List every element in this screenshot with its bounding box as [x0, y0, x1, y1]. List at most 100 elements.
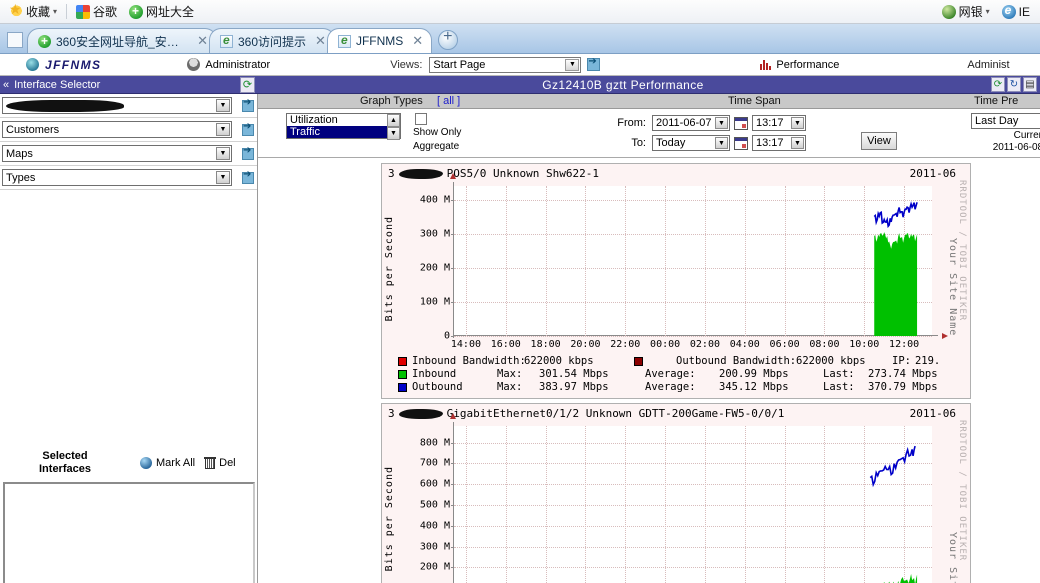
legend-swatch-inbound — [398, 370, 407, 379]
favorite-hao123[interactable]: 网址大全 — [123, 2, 200, 22]
graph-types-all-link[interactable]: [ all ] — [437, 95, 460, 107]
graph-0-ylabel: Bits per Second — [384, 216, 395, 322]
to-date-select[interactable]: Today ▼ — [652, 135, 730, 151]
customers-select-value: Customers — [6, 123, 60, 136]
close-icon[interactable]: ✕ — [412, 33, 423, 49]
favorites-button[interactable]: 收藏 ▾ — [4, 1, 63, 22]
client-select[interactable]: ▼ — [2, 97, 232, 114]
maps-select[interactable]: Maps ▼ — [2, 145, 232, 162]
series-line-outbound — [873, 201, 918, 229]
favorite-google[interactable]: 谷歌 — [70, 2, 123, 22]
graph-0-legend: Inbound Bandwidth: 622000 kbps Outbound … — [398, 355, 940, 394]
maps-go-icon[interactable] — [242, 145, 254, 160]
y-axis-tick: 100 M — [419, 296, 450, 308]
y-axis-tick: 300 M — [419, 541, 450, 553]
close-icon[interactable]: ✕ — [315, 33, 326, 49]
page-title: Gz12410B gztt Performance — [542, 78, 704, 92]
chevron-down-icon[interactable]: ▼ — [216, 123, 230, 136]
selected-interfaces-list[interactable] — [3, 482, 255, 583]
current-user[interactable]: Administrator — [187, 58, 270, 71]
favorite-google-label: 谷歌 — [93, 5, 118, 19]
refresh-icon[interactable]: ⟳ — [240, 77, 255, 93]
new-tab-button[interactable] — [438, 28, 459, 50]
chevron-down-icon[interactable]: ▼ — [715, 137, 728, 149]
types-select[interactable]: Types ▼ — [2, 169, 232, 186]
time-preset-select[interactable]: Last Day — [971, 113, 1040, 129]
calendar-icon[interactable] — [734, 116, 748, 130]
list-icon[interactable]: ▤ — [1023, 77, 1037, 92]
to-time-value: 13:17 — [756, 137, 784, 149]
graph-type-option-utilization[interactable]: Utilization — [287, 114, 400, 126]
x-axis-tick: 18:00 — [530, 339, 561, 350]
sidebar-selector-row-3: Types ▼ — [0, 166, 257, 190]
series-layer — [873, 201, 918, 336]
graph-0-outbound-bw-label: Outbound Bandwidth: — [676, 355, 797, 367]
customers-go-icon[interactable] — [242, 121, 254, 136]
y-axis-tick: 200 M — [419, 561, 450, 573]
tab-list-button[interactable] — [7, 32, 23, 48]
graph-0-rrdtool-credit: RRDTOOL / TOBI OETIKER — [957, 180, 967, 322]
administration-link[interactable]: Administ — [967, 59, 1009, 71]
chevron-down-icon[interactable]: ▼ — [216, 147, 230, 160]
favorite-ie[interactable]: IE — [996, 2, 1036, 22]
favorite-hao123-label: 网址大全 — [146, 5, 195, 19]
performance-label: Performance — [776, 58, 840, 71]
graph-types-listbox[interactable]: Utilization Traffic ▲ ▼ — [286, 113, 401, 140]
interface-selector-title: « Interface Selector — [0, 76, 258, 94]
browser-tab-2[interactable]: JFFNMS ✕ — [326, 28, 433, 53]
chevron-down-icon[interactable]: ▼ — [216, 171, 230, 184]
reload-icon[interactable]: ↻ — [1007, 77, 1021, 92]
delete-button[interactable]: Del — [204, 457, 236, 469]
graph-0-outbound-bw-value: 622000 kbps — [796, 355, 866, 367]
app-brand-label: JFFNMS — [45, 57, 102, 72]
chevron-down-icon[interactable]: ▼ — [565, 58, 580, 71]
collapse-chevron-icon[interactable]: « — [3, 79, 9, 91]
scroll-down-icon[interactable]: ▼ — [387, 127, 400, 140]
customers-select[interactable]: Customers ▼ — [2, 121, 232, 138]
scroll-up-icon[interactable]: ▲ — [387, 114, 400, 127]
mark-all-button[interactable]: Mark All — [140, 457, 195, 469]
graph-0-outbound-avg-value: 345.12 Mbps — [719, 381, 789, 393]
screen-root: 收藏 ▾ 谷歌 网址大全 网银 ▾ IE 360安全网址导航_安全... ✕ — [0, 0, 1040, 583]
view-button[interactable]: View — [861, 132, 897, 150]
favorite-bank[interactable]: 网银 ▾ — [936, 2, 996, 22]
browser-tab-1[interactable]: 360访问提示 ✕ — [209, 28, 335, 53]
graph-0-plot-area: 0 100 M 200 M 300 M 400 M 14:00 16:00 18:00 20:0… — [420, 173, 948, 350]
current-user-label: Administrator — [205, 58, 271, 71]
browser-tab-0[interactable]: 360安全网址导航_安全... ✕ — [27, 28, 217, 53]
listbox-scrollbar[interactable]: ▲ ▼ — [387, 114, 400, 140]
to-date-value: Today — [656, 137, 686, 149]
types-go-icon[interactable] — [242, 169, 254, 184]
selected-interfaces-header: Selected Interfaces Mark All Del — [0, 444, 258, 482]
client-go-icon[interactable] — [242, 97, 254, 112]
controls-body: Utilization Traffic ▲ ▼ Show Only Aggreg… — [258, 110, 1040, 158]
legend-swatch-outbound-bw — [634, 357, 643, 366]
y-axis-tick: 800 M — [419, 437, 450, 449]
views-select[interactable]: Start Page ▼ — [429, 56, 582, 73]
series-layer — [869, 445, 918, 583]
from-time-select[interactable]: 13:17 ▼ — [752, 115, 806, 131]
controls-header-bar: Graph Types [ all ] Time Span Time Pre — [258, 94, 1040, 109]
performance-link[interactable]: Performance — [760, 59, 839, 71]
x-axis-tick: 04:00 — [729, 339, 760, 350]
time-preset-value: Last Day — [975, 115, 1019, 127]
types-select-value: Types — [6, 171, 36, 184]
views-go-icon[interactable] — [587, 56, 601, 71]
y-axis-tick: 400 M — [419, 520, 450, 532]
chevron-down-icon[interactable]: ▼ — [216, 99, 230, 112]
x-axis-tick: 00:00 — [650, 339, 681, 350]
to-time-select[interactable]: 13:17 ▼ — [752, 135, 806, 151]
show-only-aggregate-checkbox[interactable] — [415, 113, 427, 125]
show-only-aggregate-label-1: Show Only — [413, 127, 462, 138]
refresh-icon[interactable]: ⟳ — [991, 77, 1005, 92]
from-date-select[interactable]: 2011-06-07 ▼ — [652, 115, 730, 131]
close-icon[interactable]: ✕ — [197, 33, 208, 49]
chevron-down-icon[interactable]: ▼ — [791, 137, 804, 149]
calendar-icon[interactable] — [734, 136, 748, 150]
graph-0-date: 2011-06 — [909, 167, 956, 180]
to-label: To: — [631, 137, 646, 149]
chevron-down-icon[interactable]: ▼ — [791, 117, 804, 129]
graph-0-inbound-last-value: 273.74 Mbps — [868, 368, 938, 380]
chevron-down-icon[interactable]: ▼ — [715, 117, 728, 129]
graph-type-option-traffic[interactable]: Traffic — [287, 126, 400, 138]
